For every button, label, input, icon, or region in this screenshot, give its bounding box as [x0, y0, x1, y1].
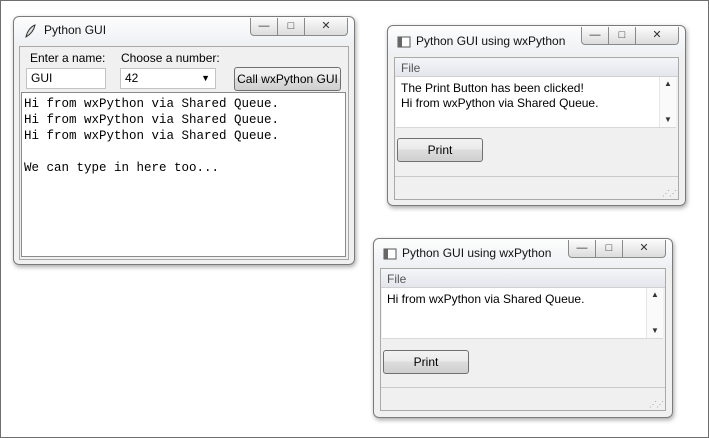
menu-file[interactable]: File: [387, 272, 406, 286]
close-icon: ✕: [639, 242, 649, 254]
menu-bar: File: [395, 58, 678, 77]
resize-grip-icon[interactable]: ⋰⋰: [649, 400, 664, 409]
minimize-icon: —: [589, 29, 601, 41]
app-icon: [383, 248, 397, 260]
wx-window-2: Python GUI using wxPython — □ ✕ File Hi …: [373, 238, 673, 418]
maximize-icon: □: [605, 242, 613, 254]
menu-bar: File: [381, 269, 665, 288]
output-textctrl[interactable]: Hi from wxPython via Shared Queue. ▲ ▼: [382, 288, 663, 339]
close-icon: ✕: [652, 29, 662, 41]
title-bar[interactable]: Python GUI — □ ✕: [14, 17, 354, 45]
window-title: Python GUI using wxPython: [416, 34, 566, 48]
name-label: Enter a name:: [30, 51, 106, 65]
output-line: Hi from wxPython via Shared Queue.: [387, 292, 585, 306]
app-icon: [397, 36, 411, 48]
text-line: Hi from wxPython via Shared Queue.: [24, 129, 280, 143]
print-button[interactable]: Print: [383, 350, 469, 374]
close-button[interactable]: ✕: [623, 240, 666, 258]
minimize-button[interactable]: —: [568, 240, 596, 258]
chevron-down-icon[interactable]: ▼: [201, 73, 210, 83]
window-title: Python GUI: [44, 23, 107, 37]
minimize-button[interactable]: —: [581, 27, 609, 45]
text-line: Hi from wxPython via Shared Queue.: [24, 97, 280, 111]
text-line: We can type in here too...: [24, 161, 220, 175]
number-value: 42: [125, 71, 139, 85]
maximize-button[interactable]: □: [596, 240, 623, 258]
scroll-up-icon[interactable]: ▲: [664, 79, 672, 88]
status-bar: ⋰⋰: [381, 387, 665, 410]
title-bar[interactable]: Python GUI using wxPython — □ ✕: [388, 26, 685, 54]
tk-window: Python GUI — □ ✕ Enter a name: Choose a …: [13, 16, 355, 265]
output-textctrl[interactable]: The Print Button has been clicked! Hi fr…: [396, 77, 676, 128]
minimize-icon: —: [258, 20, 270, 32]
status-bar: ⋰⋰: [395, 176, 678, 199]
maximize-icon: □: [287, 20, 295, 32]
close-button[interactable]: ✕: [305, 18, 348, 36]
name-entry[interactable]: GUI: [26, 68, 106, 89]
close-icon: ✕: [321, 20, 331, 32]
scroll-up-icon[interactable]: ▲: [651, 290, 659, 299]
wx-client-area: File The Print Button has been clicked! …: [394, 57, 679, 200]
maximize-button[interactable]: □: [609, 27, 636, 45]
scroll-down-icon[interactable]: ▼: [664, 115, 672, 124]
maximize-icon: □: [618, 29, 626, 41]
close-button[interactable]: ✕: [636, 27, 679, 45]
feather-icon: [25, 24, 36, 38]
minimize-icon: —: [576, 242, 588, 254]
title-bar[interactable]: Python GUI using wxPython — □ ✕: [374, 239, 672, 267]
menu-file[interactable]: File: [401, 61, 420, 75]
resize-grip-icon[interactable]: ⋰⋰: [662, 189, 677, 198]
number-label: Choose a number:: [121, 51, 220, 65]
minimize-button[interactable]: —: [250, 18, 278, 36]
vertical-scrollbar[interactable]: ▲ ▼: [646, 288, 663, 338]
output-line: The Print Button has been clicked!: [401, 81, 584, 95]
call-wxpython-button[interactable]: Call wxPython GUI: [234, 67, 341, 91]
maximize-button[interactable]: □: [278, 18, 305, 36]
window-title: Python GUI using wxPython: [402, 246, 552, 260]
scroll-down-icon[interactable]: ▼: [651, 326, 659, 335]
tk-client-area: Enter a name: Choose a number: GUI 42 ▼ …: [19, 46, 349, 260]
output-line: Hi from wxPython via Shared Queue.: [401, 96, 599, 110]
wx-client-area: File Hi from wxPython via Shared Queue. …: [380, 268, 666, 411]
number-combobox[interactable]: 42 ▼: [120, 68, 216, 89]
text-line: Hi from wxPython via Shared Queue.: [24, 113, 280, 127]
scrolled-text[interactable]: Hi from wxPython via Shared Queue. Hi fr…: [21, 92, 346, 257]
wx-window-1: Python GUI using wxPython — □ ✕ File The…: [387, 25, 686, 206]
vertical-scrollbar[interactable]: ▲ ▼: [659, 77, 676, 127]
text-line: [24, 144, 343, 160]
print-button[interactable]: Print: [397, 138, 483, 162]
